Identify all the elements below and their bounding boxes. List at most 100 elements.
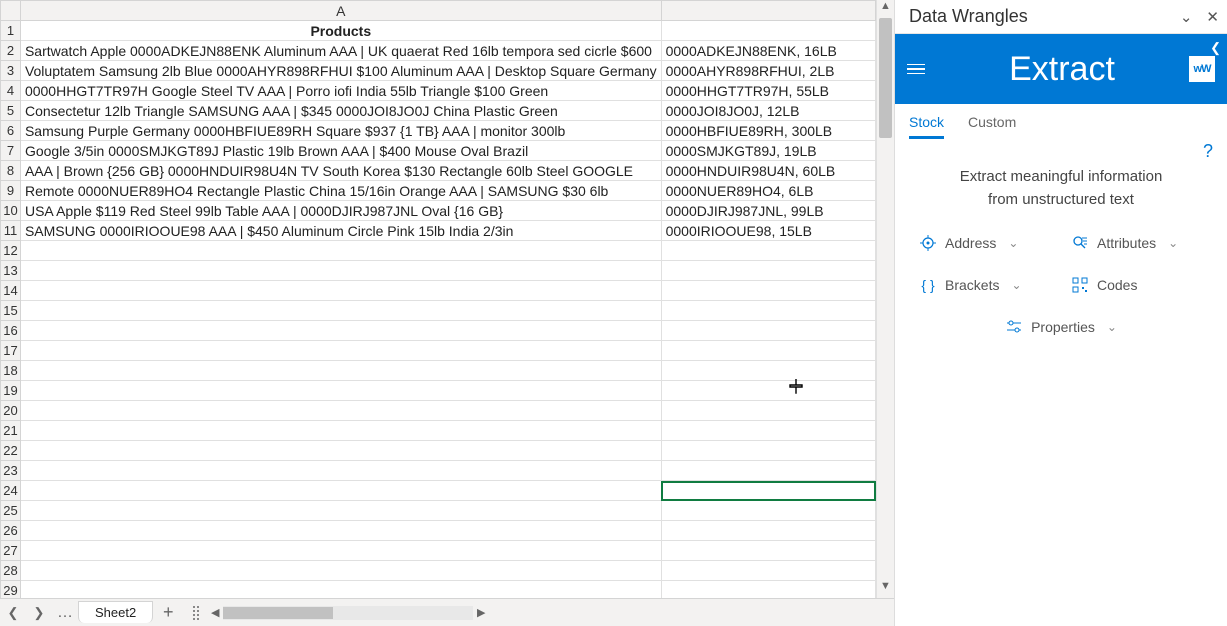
cell[interactable]: 0000HHGT7TR97H, 55LB [661, 81, 875, 101]
row-header[interactable]: 2 [1, 41, 21, 61]
cell[interactable] [20, 441, 661, 461]
row-header[interactable]: 7 [1, 141, 21, 161]
cell[interactable] [661, 461, 875, 481]
spreadsheet-grid[interactable]: A1Products2Sartwatch Apple 0000ADKEJN88E… [0, 0, 876, 598]
cell[interactable]: Samsung Purple Germany 0000HBFIUE89RH Sq… [20, 121, 661, 141]
row-header[interactable]: 1 [1, 21, 21, 41]
sheet-tab[interactable]: Sheet2 [78, 601, 153, 623]
card-address[interactable]: Address ⌄ [919, 235, 1051, 251]
cell[interactable]: Products [20, 21, 661, 41]
cell[interactable]: Sartwatch Apple 0000ADKEJN88ENK Aluminum… [20, 41, 661, 61]
horizontal-scrollbar[interactable] [223, 606, 473, 620]
cell[interactable] [661, 561, 875, 581]
row-header[interactable]: 27 [1, 541, 21, 561]
cell[interactable] [661, 341, 875, 361]
cell[interactable] [661, 501, 875, 521]
chevron-down-icon[interactable]: ⌄ [1180, 8, 1193, 26]
cell[interactable] [20, 481, 661, 501]
cell[interactable] [661, 281, 875, 301]
row-header[interactable]: 22 [1, 441, 21, 461]
scrollbar-thumb[interactable] [879, 18, 892, 138]
cell[interactable] [20, 321, 661, 341]
card-attributes[interactable]: Attributes ⌄ [1071, 235, 1203, 251]
cell[interactable] [20, 401, 661, 421]
back-arrow-icon[interactable]: ❮ [1210, 40, 1221, 56]
help-icon[interactable]: ? [895, 139, 1227, 164]
cell[interactable] [20, 281, 661, 301]
cell[interactable]: Google 3/5in 0000SMJKGT89J Plastic 19lb … [20, 141, 661, 161]
row-header[interactable]: 9 [1, 181, 21, 201]
cell[interactable] [20, 301, 661, 321]
cell[interactable]: AAA | Brown {256 GB} 0000HNDUIR98U4N TV … [20, 161, 661, 181]
row-header[interactable]: 8 [1, 161, 21, 181]
row-header[interactable]: 23 [1, 461, 21, 481]
cell[interactable] [661, 481, 875, 501]
cell[interactable] [20, 241, 661, 261]
row-header[interactable]: 25 [1, 501, 21, 521]
cell[interactable]: 0000HBFIUE89RH, 300LB [661, 121, 875, 141]
cell[interactable] [20, 341, 661, 361]
row-header[interactable]: 6 [1, 121, 21, 141]
cell[interactable]: SAMSUNG 0000IRIOOUE98 AAA | $450 Aluminu… [20, 221, 661, 241]
cell[interactable]: Consectetur 12lb Triangle SAMSUNG AAA | … [20, 101, 661, 121]
row-header[interactable]: 29 [1, 581, 21, 599]
row-header[interactable]: 12 [1, 241, 21, 261]
row-header[interactable]: 21 [1, 421, 21, 441]
row-header[interactable]: 5 [1, 101, 21, 121]
row-header[interactable]: 18 [1, 361, 21, 381]
sheet-nav-next[interactable]: ❯ [26, 599, 52, 626]
cell[interactable]: 0000DJIRJ987JNL, 99LB [661, 201, 875, 221]
row-header[interactable]: 17 [1, 341, 21, 361]
card-brackets[interactable]: { } Brackets ⌄ [919, 277, 1051, 293]
cell[interactable] [661, 241, 875, 261]
sheet-nav-more[interactable]: … [52, 599, 78, 626]
row-header[interactable]: 26 [1, 521, 21, 541]
cell[interactable]: 0000HNDUIR98U4N, 60LB [661, 161, 875, 181]
hscroll-left-icon[interactable]: ◀ [207, 606, 223, 619]
cell[interactable] [20, 561, 661, 581]
cell[interactable] [661, 421, 875, 441]
col-header-A[interactable]: A [20, 1, 661, 21]
cell[interactable] [20, 581, 661, 599]
cell[interactable] [661, 581, 875, 599]
card-properties[interactable]: Properties ⌄ [919, 319, 1203, 335]
cell[interactable] [20, 541, 661, 561]
cell[interactable] [20, 361, 661, 381]
cell[interactable] [20, 261, 661, 281]
sheet-nav-prev[interactable]: ❮ [0, 599, 26, 626]
scroll-down-icon[interactable]: ▼ [877, 580, 894, 598]
menu-icon[interactable] [907, 64, 935, 75]
row-header[interactable]: 3 [1, 61, 21, 81]
row-header[interactable]: 14 [1, 281, 21, 301]
tab-custom[interactable]: Custom [968, 114, 1016, 139]
cell[interactable] [20, 421, 661, 441]
cell[interactable]: 0000AHYR898RFHUI, 2LB [661, 61, 875, 81]
select-all-cell[interactable] [1, 1, 21, 21]
cell[interactable] [20, 521, 661, 541]
close-icon[interactable]: ✕ [1206, 8, 1219, 26]
splitter-handle[interactable] [193, 606, 199, 620]
hscroll-right-icon[interactable]: ▶ [473, 606, 489, 619]
card-codes[interactable]: Codes [1071, 277, 1203, 293]
cell[interactable] [661, 521, 875, 541]
tab-stock[interactable]: Stock [909, 114, 944, 139]
cell[interactable] [20, 501, 661, 521]
cell[interactable] [661, 321, 875, 341]
row-header[interactable]: 16 [1, 321, 21, 341]
row-header[interactable]: 28 [1, 561, 21, 581]
cell[interactable] [661, 361, 875, 381]
scroll-up-icon[interactable]: ▲ [877, 0, 894, 18]
hscrollbar-thumb[interactable] [223, 607, 333, 619]
cell[interactable] [661, 401, 875, 421]
cell[interactable]: 0000NUER89HO4, 6LB [661, 181, 875, 201]
cell[interactable]: 0000ADKEJN88ENK, 16LB [661, 41, 875, 61]
cell[interactable] [661, 541, 875, 561]
cell[interactable]: 0000JOI8JO0J, 12LB [661, 101, 875, 121]
cell[interactable] [20, 461, 661, 481]
row-header[interactable]: 15 [1, 301, 21, 321]
add-sheet-button[interactable]: + [153, 602, 183, 623]
cell[interactable]: 0000HHGT7TR97H Google Steel TV AAA | Por… [20, 81, 661, 101]
cell[interactable]: 0000SMJKGT89J, 19LB [661, 141, 875, 161]
row-header[interactable]: 20 [1, 401, 21, 421]
cell[interactable] [661, 381, 875, 401]
